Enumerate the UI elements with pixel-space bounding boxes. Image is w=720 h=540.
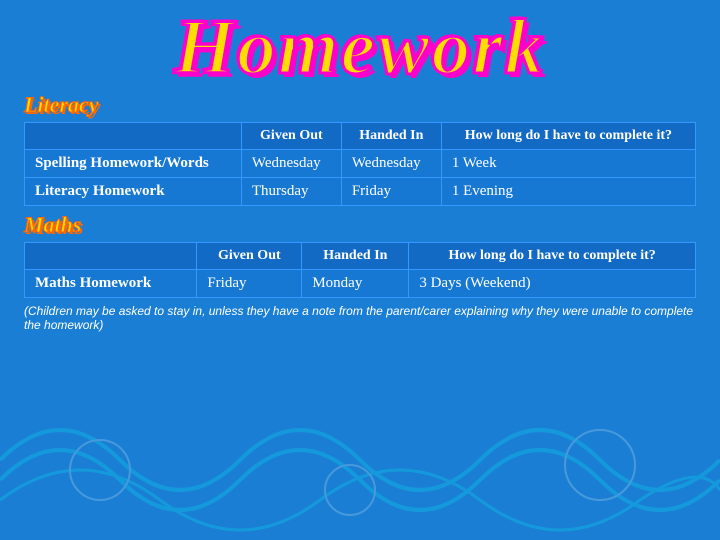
literacy-col-subject — [25, 123, 242, 150]
literacy-row1-given-out: Wednesday — [241, 150, 341, 178]
literacy-col-handed-in: Handed In — [341, 123, 441, 150]
literacy-row1-subject: Spelling Homework/Words — [25, 150, 242, 178]
literacy-section: Literacy Given Out Handed In How long do… — [24, 92, 696, 206]
literacy-row2-duration: 1 Evening — [441, 178, 695, 206]
literacy-section-title: Literacy — [24, 92, 696, 118]
maths-row1-given-out: Friday — [197, 270, 302, 298]
maths-section-title: Maths — [24, 212, 696, 238]
maths-col-duration: How long do I have to complete it? — [409, 243, 696, 270]
content-area: Literacy Given Out Handed In How long do… — [0, 92, 720, 332]
literacy-row2-handed-in: Friday — [341, 178, 441, 206]
table-row: Literacy Homework Thursday Friday 1 Even… — [25, 178, 696, 206]
maths-row1-duration: 3 Days (Weekend) — [409, 270, 696, 298]
literacy-row2-subject: Literacy Homework — [25, 178, 242, 206]
literacy-table: Given Out Handed In How long do I have t… — [24, 122, 696, 206]
maths-table: Given Out Handed In How long do I have t… — [24, 242, 696, 298]
table-row: Spelling Homework/Words Wednesday Wednes… — [25, 150, 696, 178]
literacy-col-duration: How long do I have to complete it? — [441, 123, 695, 150]
maths-section: Maths Given Out Handed In How long do I … — [24, 212, 696, 298]
page-title: Homework — [174, 3, 545, 90]
literacy-row1-handed-in: Wednesday — [341, 150, 441, 178]
literacy-row2-given-out: Thursday — [241, 178, 341, 206]
maths-col-given-out: Given Out — [197, 243, 302, 270]
title-area: Homework — [0, 0, 720, 90]
literacy-row1-duration: 1 Week — [441, 150, 695, 178]
maths-col-subject — [25, 243, 197, 270]
footer-note: (Children may be asked to stay in, unles… — [24, 304, 696, 332]
maths-row1-handed-in: Monday — [302, 270, 409, 298]
decorative-swirls — [0, 380, 720, 540]
table-row: Maths Homework Friday Monday 3 Days (Wee… — [25, 270, 696, 298]
literacy-col-given-out: Given Out — [241, 123, 341, 150]
maths-row1-subject: Maths Homework — [25, 270, 197, 298]
maths-col-handed-in: Handed In — [302, 243, 409, 270]
